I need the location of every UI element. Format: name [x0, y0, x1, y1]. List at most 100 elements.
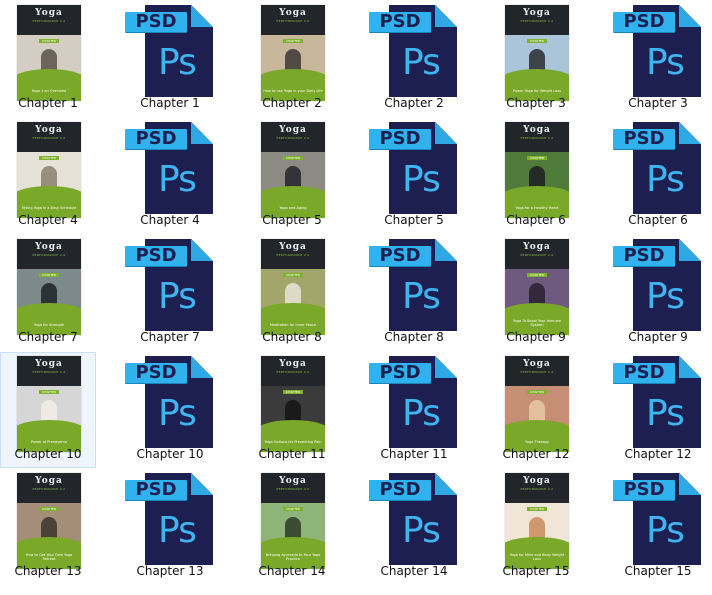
psd-file-item[interactable]: PSD Ps Chapter 6 — [610, 118, 706, 234]
cover-title: Power of Pranayama — [31, 440, 67, 444]
psd-tag: PSD — [613, 129, 675, 149]
image-file-item[interactable]: Yoga PERFORMANCE 2.0 CHAPTER Fitting Yog… — [0, 118, 96, 234]
psd-tag: PSD — [613, 246, 675, 266]
cover-chapter-band: CHAPTER — [39, 156, 59, 160]
cover-chapter-band: CHAPTER — [527, 156, 547, 160]
cover-thumbnail: Yoga PERFORMANCE 2.0 CHAPTER How to Get … — [17, 473, 81, 569]
psd-file-item[interactable]: PSD Ps Chapter 2 — [366, 1, 462, 117]
file-name-label: Chapter 11 — [258, 447, 326, 461]
psd-tag: PSD — [369, 480, 431, 500]
image-file-item[interactable]: Yoga PERFORMANCE 2.0 CHAPTER Yoga for St… — [0, 235, 96, 351]
photoshop-mark: Ps — [646, 510, 685, 551]
file-name-label: Chapter 14 — [380, 564, 448, 578]
file-name-label: Chapter 1 — [140, 96, 200, 110]
psd-file-item[interactable]: PSD Ps Chapter 4 — [122, 118, 218, 234]
cover-thumbnail: Yoga PERFORMANCE 2.0 CHAPTER Fitting Yog… — [17, 122, 81, 218]
file-name-label: Chapter 3 — [506, 96, 566, 110]
psd-page-fold — [435, 356, 457, 378]
cover-logo-sub: PERFORMANCE 2.0 — [32, 19, 66, 23]
cover-logo-sub: PERFORMANCE 2.0 — [276, 253, 310, 257]
cover-header: Yoga PERFORMANCE 2.0 — [261, 239, 325, 269]
photoshop-mark: Ps — [402, 393, 441, 434]
file-name-label: Chapter 3 — [628, 96, 688, 110]
cover-thumbnail: Yoga PERFORMANCE 2.0 CHAPTER Yoga To Boo… — [505, 239, 569, 335]
cover-thumbnail: Yoga PERFORMANCE 2.0 CHAPTER Meditation … — [261, 239, 325, 335]
cover-chapter-band: CHAPTER — [283, 156, 303, 160]
image-file-item[interactable]: Yoga PERFORMANCE 2.0 CHAPTER Bringing Ay… — [244, 469, 340, 585]
psd-file-icon: PSD Ps — [613, 354, 705, 450]
cover-header: Yoga PERFORMANCE 2.0 — [17, 5, 81, 35]
cover-chapter-band: CHAPTER — [283, 39, 303, 43]
psd-file-item[interactable]: PSD Ps Chapter 10 — [122, 352, 218, 468]
cover-title: Fitting Yoga in a Busy Schedule — [21, 206, 77, 210]
image-file-item[interactable]: Yoga PERFORMANCE 2.0 CHAPTER Yoga for Mi… — [488, 469, 584, 585]
cover-header: Yoga PERFORMANCE 2.0 — [505, 473, 569, 503]
psd-file-item[interactable]: PSD Ps Chapter 11 — [366, 352, 462, 468]
cover-chapter-band: CHAPTER — [39, 390, 59, 394]
psd-file-item[interactable]: PSD Ps Chapter 8 — [366, 235, 462, 351]
file-name-label: Chapter 7 — [18, 330, 78, 344]
psd-file-item[interactable]: PSD Ps Chapter 9 — [610, 235, 706, 351]
cover-logo: Yoga — [35, 359, 63, 369]
cover-logo-sub: PERFORMANCE 2.0 — [276, 487, 310, 491]
file-name-label: Chapter 14 — [258, 564, 326, 578]
image-file-item[interactable]: Yoga PERFORMANCE 2.0 CHAPTER Power Yoga … — [488, 1, 584, 117]
image-file-item[interactable]: Yoga PERFORMANCE 2.0 CHAPTER Yoga Therap… — [488, 352, 584, 468]
file-name-label: Chapter 13 — [136, 564, 204, 578]
psd-file-item[interactable]: PSD Ps Chapter 12 — [610, 352, 706, 468]
cover-logo-sub: PERFORMANCE 2.0 — [32, 136, 66, 140]
file-grid: Yoga PERFORMANCE 2.0 CHAPTER Yoga 1 an O… — [0, 0, 712, 595]
psd-file-item[interactable]: PSD Ps Chapter 14 — [366, 469, 462, 585]
file-name-label: Chapter 15 — [502, 564, 570, 578]
file-name-label: Chapter 10 — [14, 447, 82, 461]
psd-page-fold — [679, 473, 701, 495]
psd-file-icon: PSD Ps — [369, 354, 461, 450]
psd-file-item[interactable]: PSD Ps Chapter 7 — [122, 235, 218, 351]
image-file-item[interactable]: Yoga PERFORMANCE 2.0 CHAPTER Yoga Option… — [244, 352, 340, 468]
photoshop-mark: Ps — [158, 42, 197, 83]
cover-thumbnail: Yoga PERFORMANCE 2.0 CHAPTER Yoga Therap… — [505, 356, 569, 452]
psd-page-fold — [679, 122, 701, 144]
psd-file-item[interactable]: PSD Ps Chapter 1 — [122, 1, 218, 117]
image-file-item[interactable]: Yoga PERFORMANCE 2.0 CHAPTER Yoga 1 an O… — [0, 1, 96, 117]
image-file-item[interactable]: Yoga PERFORMANCE 2.0 CHAPTER Meditation … — [244, 235, 340, 351]
psd-file-item[interactable]: PSD Ps Chapter 15 — [610, 469, 706, 585]
photoshop-mark: Ps — [646, 393, 685, 434]
psd-file-item[interactable]: PSD Ps Chapter 5 — [366, 118, 462, 234]
file-name-label: Chapter 10 — [136, 447, 204, 461]
cover-logo: Yoga — [279, 125, 307, 135]
cover-logo-sub: PERFORMANCE 2.0 — [276, 136, 310, 140]
cover-logo-sub: PERFORMANCE 2.0 — [520, 253, 554, 257]
image-file-item[interactable]: Yoga PERFORMANCE 2.0 CHAPTER Power of Pr… — [0, 352, 96, 468]
psd-file-item[interactable]: PSD Ps Chapter 3 — [610, 1, 706, 117]
psd-tag: PSD — [369, 246, 431, 266]
psd-page-fold — [679, 356, 701, 378]
cover-thumbnail: Yoga PERFORMANCE 2.0 CHAPTER How to use … — [261, 5, 325, 101]
file-name-label: Chapter 11 — [380, 447, 448, 461]
cover-thumbnail: Yoga PERFORMANCE 2.0 CHAPTER Yoga for a … — [505, 122, 569, 218]
image-file-item[interactable]: Yoga PERFORMANCE 2.0 CHAPTER Yoga for a … — [488, 118, 584, 234]
psd-tag: PSD — [125, 363, 187, 383]
cover-title: Yoga and Aging — [279, 206, 307, 210]
image-file-item[interactable]: Yoga PERFORMANCE 2.0 CHAPTER How to use … — [244, 1, 340, 117]
cover-logo: Yoga — [523, 125, 551, 135]
photoshop-mark: Ps — [402, 510, 441, 551]
image-file-item[interactable]: Yoga PERFORMANCE 2.0 CHAPTER How to Get … — [0, 469, 96, 585]
image-file-item[interactable]: Yoga PERFORMANCE 2.0 CHAPTER Yoga and Ag… — [244, 118, 340, 234]
cover-logo: Yoga — [523, 8, 551, 18]
image-file-item[interactable]: Yoga PERFORMANCE 2.0 CHAPTER Yoga To Boo… — [488, 235, 584, 351]
cover-logo: Yoga — [35, 476, 63, 486]
psd-page-fold — [435, 5, 457, 27]
file-name-label: Chapter 9 — [506, 330, 566, 344]
psd-file-item[interactable]: PSD Ps Chapter 13 — [122, 469, 218, 585]
cover-title: Yoga To Boost Your Immune System — [512, 319, 562, 327]
file-name-label: Chapter 2 — [262, 96, 322, 110]
psd-file-icon: PSD Ps — [369, 237, 461, 333]
psd-tag: PSD — [613, 480, 675, 500]
cover-title: Power Yoga for Weight Loss — [513, 89, 561, 93]
cover-chapter-band: CHAPTER — [527, 390, 547, 394]
cover-title: How to Get Your Own Yoga Retreat — [25, 553, 73, 561]
cover-chapter-band: CHAPTER — [39, 39, 59, 43]
cover-header: Yoga PERFORMANCE 2.0 — [505, 5, 569, 35]
file-name-label: Chapter 15 — [624, 564, 692, 578]
